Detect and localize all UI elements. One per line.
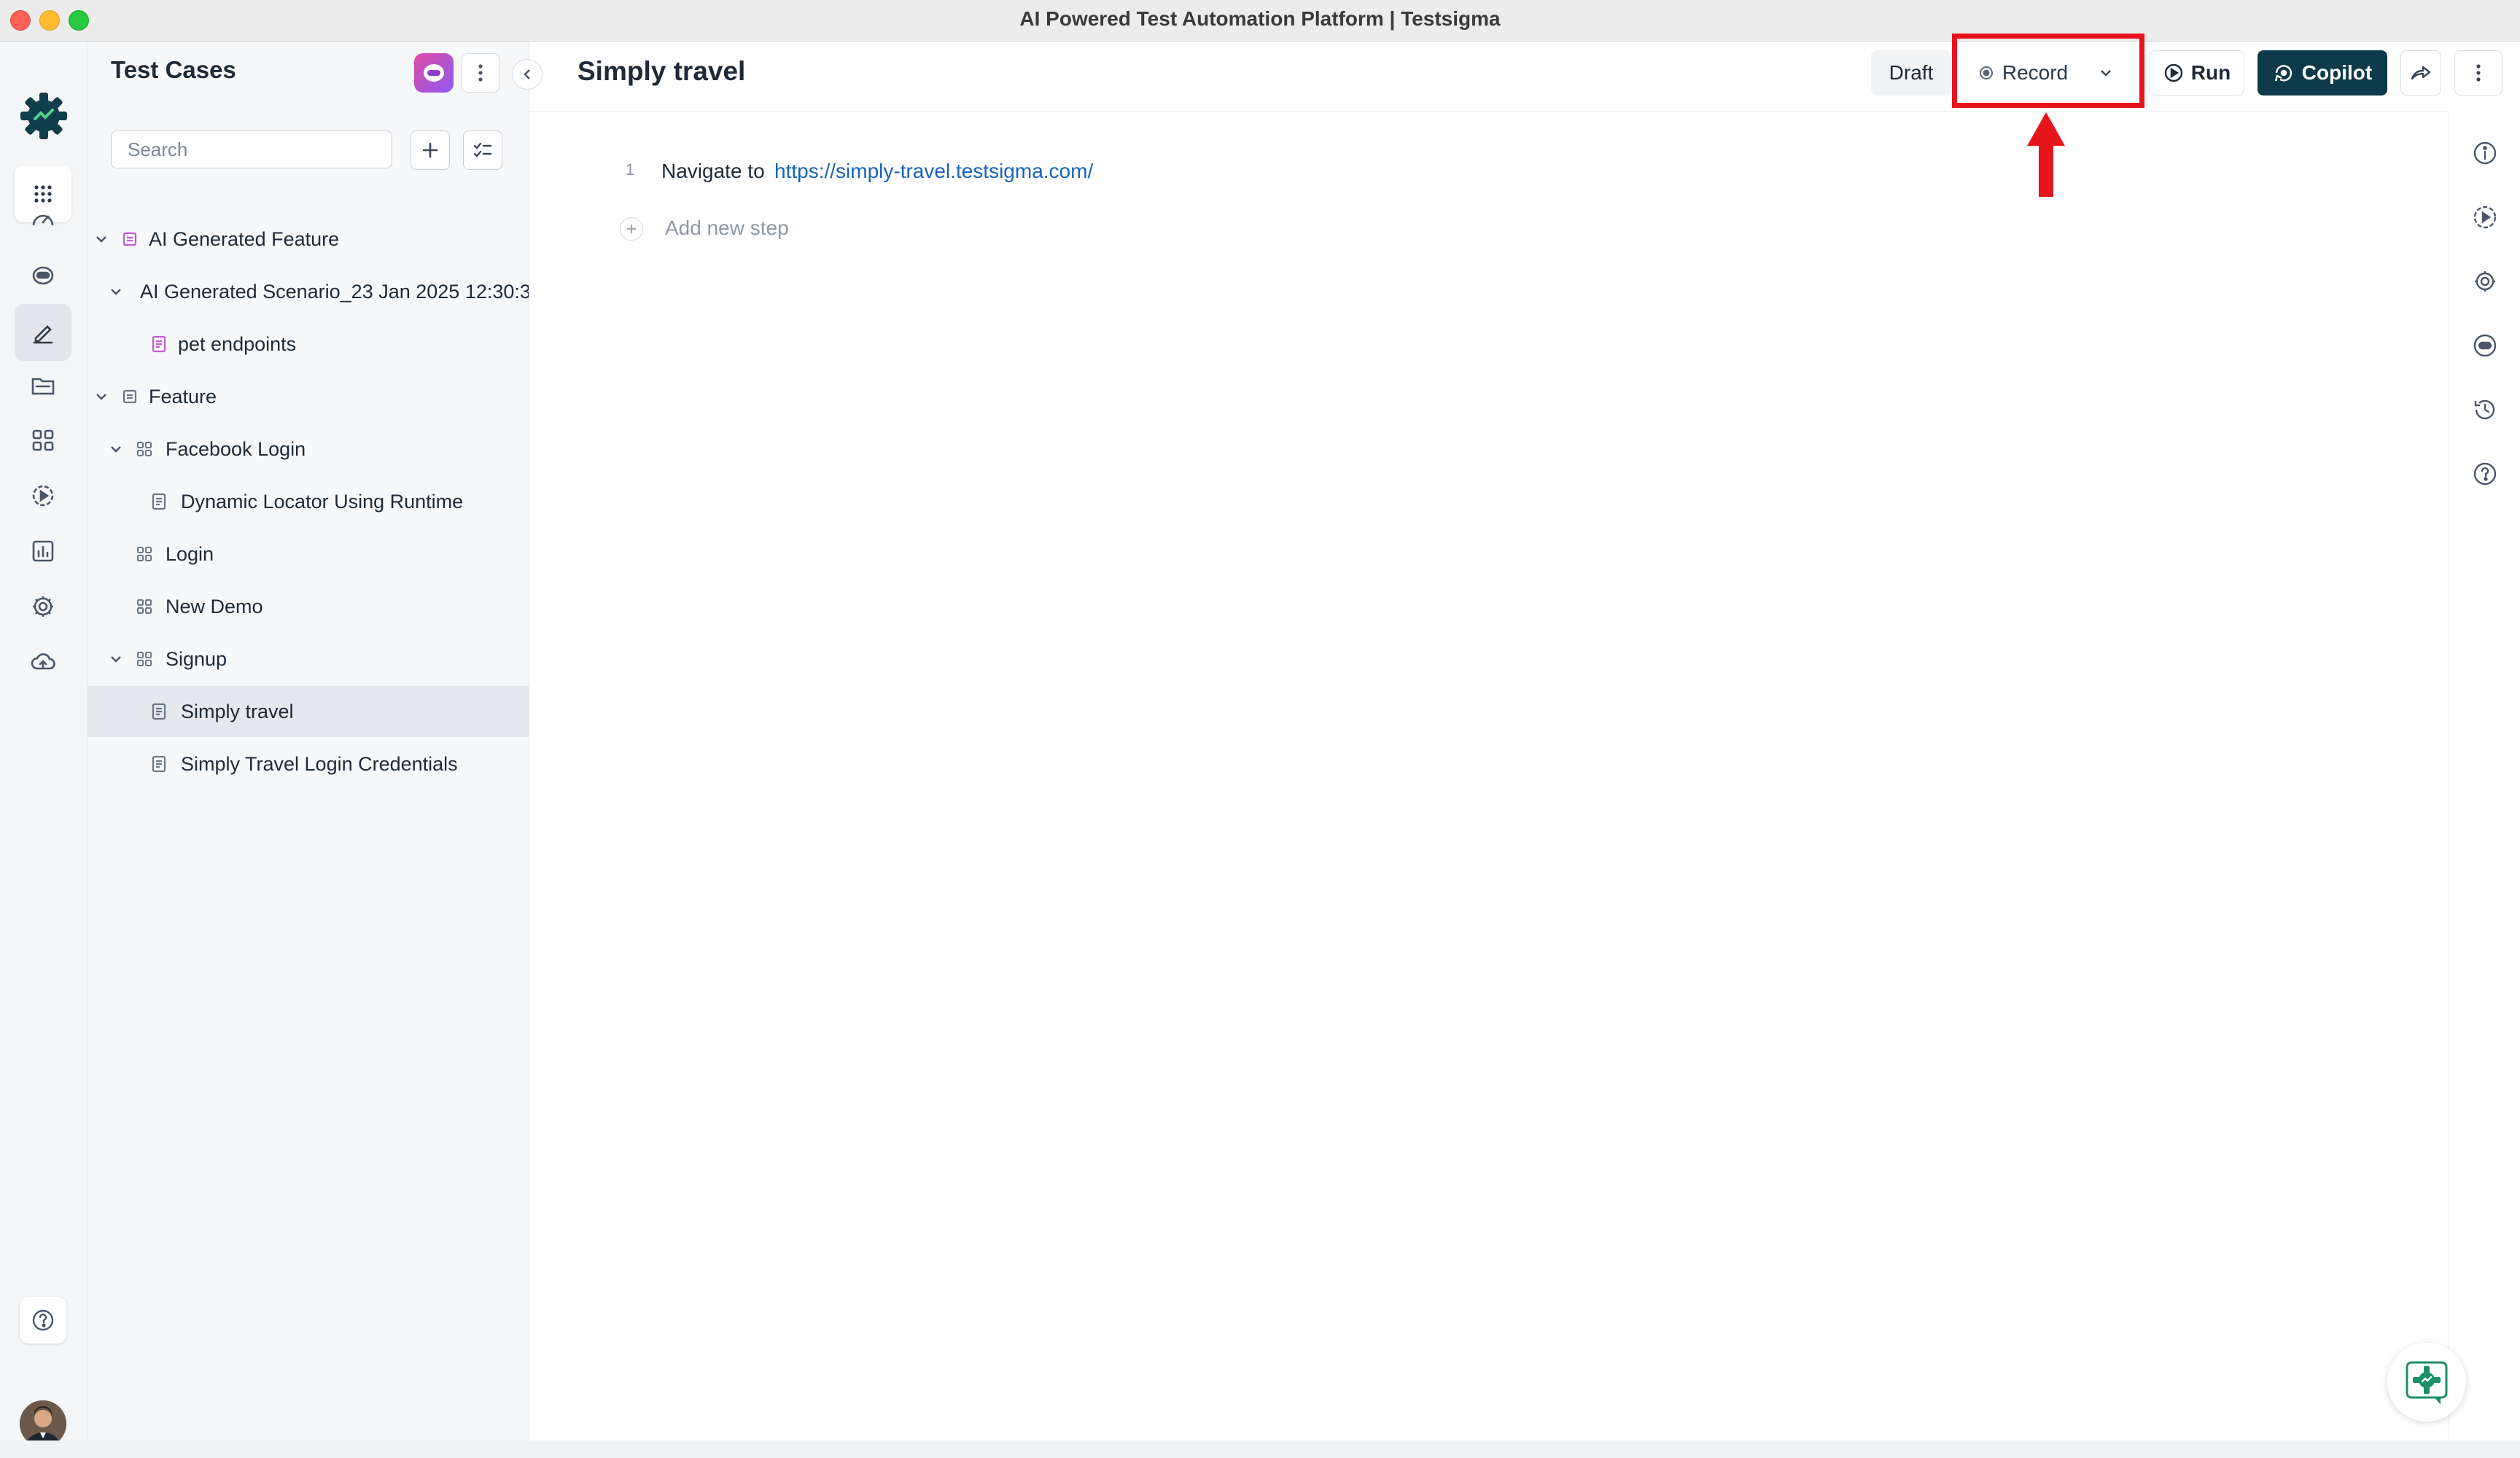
tree-item-scenario[interactable]: AI Generated Scenario_23 Jan 2025 12:30:… [88,266,529,317]
tree-item-test-case[interactable]: pet endpoints [88,319,529,370]
reports-icon[interactable] [26,534,60,568]
tree-item-label: Login [166,542,214,565]
feature-icon [121,230,139,248]
window-bottom-edge [0,1441,2520,1458]
status-badge[interactable]: Draft [1871,50,1951,95]
copilot-label: Copilot [2301,61,2373,84]
copilot-bot-icon[interactable] [26,258,60,292]
arrow-up-icon [2024,111,2068,198]
chevron-down-icon[interactable] [93,389,109,405]
nav-rail [0,42,88,1458]
right-tool-rail [2449,112,2520,1458]
settings-icon[interactable] [26,590,60,623]
tree-item-label: Dynamic Locator Using Runtime [181,490,464,512]
folder-icon[interactable] [26,369,60,402]
tree-item-test-case[interactable]: Dynamic Locator Using Runtime [88,476,529,527]
dashboard-icon[interactable] [26,203,60,237]
tree-item-test-case[interactable]: Simply Travel Login Credentials [88,738,529,790]
window-title: AI Powered Test Automation Platform | Te… [1019,7,1501,30]
test-case-icon [150,335,168,353]
page-title: Simply travel [578,56,746,86]
cloud-icon[interactable] [26,645,60,679]
run-icon[interactable] [26,479,60,512]
test-cases-icon[interactable] [15,304,71,361]
scenario-icon [136,545,153,563]
tree-item-feature[interactable]: Feature [88,371,529,422]
tree-item-label: AI Generated Feature [149,227,340,250]
test-case-icon [150,493,168,510]
chevron-down-icon[interactable] [93,231,109,247]
more-options-icon [2476,63,2481,82]
tree-item-label: Signup [166,647,228,670]
record-dot-icon [1979,66,1994,80]
tree-item-label: New Demo [166,595,263,617]
tree-item-label: Simply travel [181,700,294,722]
add-step-plus-icon[interactable] [620,217,643,241]
share-forward-icon [2410,64,2432,82]
test-case-icon [150,755,168,773]
search-input[interactable] [111,130,392,168]
elements-icon[interactable] [26,424,60,457]
scenario-icon [136,440,153,458]
step-number: 1 [626,160,635,179]
collapse-sidebar-icon[interactable] [512,59,542,90]
scenario-icon [136,650,153,668]
test-cases-sidebar: Test Cases AI Generated Feature AI Gener… [88,42,542,1458]
record-options-dropdown[interactable] [2085,50,2126,95]
status-label: Draft [1889,61,1934,84]
window-titlebar: AI Powered Test Automation Platform | Te… [0,0,2520,42]
help-icon[interactable] [2471,460,2499,488]
tree-item-label: Feature [149,385,217,408]
more-options-button[interactable] [2454,50,2502,95]
record-button[interactable]: Record [1961,50,2085,95]
share-button[interactable] [2400,50,2441,95]
runs-icon[interactable] [2471,203,2499,231]
tree-item-scenario[interactable]: Login [88,529,529,580]
play-circle-icon [2163,63,2184,83]
sidebar-title: Test Cases [111,56,236,83]
run-label: Run [2190,61,2231,84]
add-new-step-input[interactable]: Add new step [665,217,789,240]
chevron-down-icon[interactable] [108,441,124,457]
test-case-icon [150,703,168,720]
chevron-down-icon [2100,69,2112,77]
run-button[interactable]: Run [2150,50,2244,95]
history-icon[interactable] [2471,396,2499,424]
bulk-select-button[interactable] [463,130,502,170]
settings-icon[interactable] [2471,268,2499,295]
tree-item-scenario[interactable]: Signup [88,634,529,685]
copilot-bot-icon[interactable] [414,53,454,93]
record-label: Record [2002,61,2069,84]
tree-item-label: AI Generated Scenario_23 Jan 2025 12:30:… [140,280,529,303]
scenario-icon [136,598,153,615]
feature-icon [121,388,139,405]
tree-item-feature[interactable]: AI Generated Feature [88,214,529,265]
tree-item-label: pet endpoints [178,332,297,355]
add-test-case-button[interactable] [411,130,450,170]
ai-agent-icon[interactable] [2471,332,2499,359]
copilot-icon [2273,62,2295,84]
assistant-chat-icon[interactable] [2387,1343,2466,1422]
testsigma-logo-icon[interactable] [19,91,69,141]
tree-item-test-case-selected[interactable]: Simply travel [88,686,529,737]
chevron-down-icon[interactable] [108,651,124,667]
tree-item-label: Facebook Login [166,437,306,460]
test-case-header: Simply travel Draft Record Run Copilot [529,42,2520,112]
copilot-button[interactable]: Copilot [2258,50,2387,95]
info-icon[interactable] [2471,139,2499,167]
help-icon[interactable] [20,1297,66,1344]
step-action[interactable]: Navigate to [661,160,765,183]
step-url-link[interactable]: https://simply-travel.testsigma.com/ [774,160,1093,183]
more-options-icon[interactable] [461,53,500,93]
tree-item-label: Simply Travel Login Credentials [181,752,458,775]
chevron-down-icon[interactable] [108,284,124,300]
tree-item-scenario[interactable]: New Demo [88,581,529,632]
tree-item-scenario[interactable]: Facebook Login [88,424,529,475]
